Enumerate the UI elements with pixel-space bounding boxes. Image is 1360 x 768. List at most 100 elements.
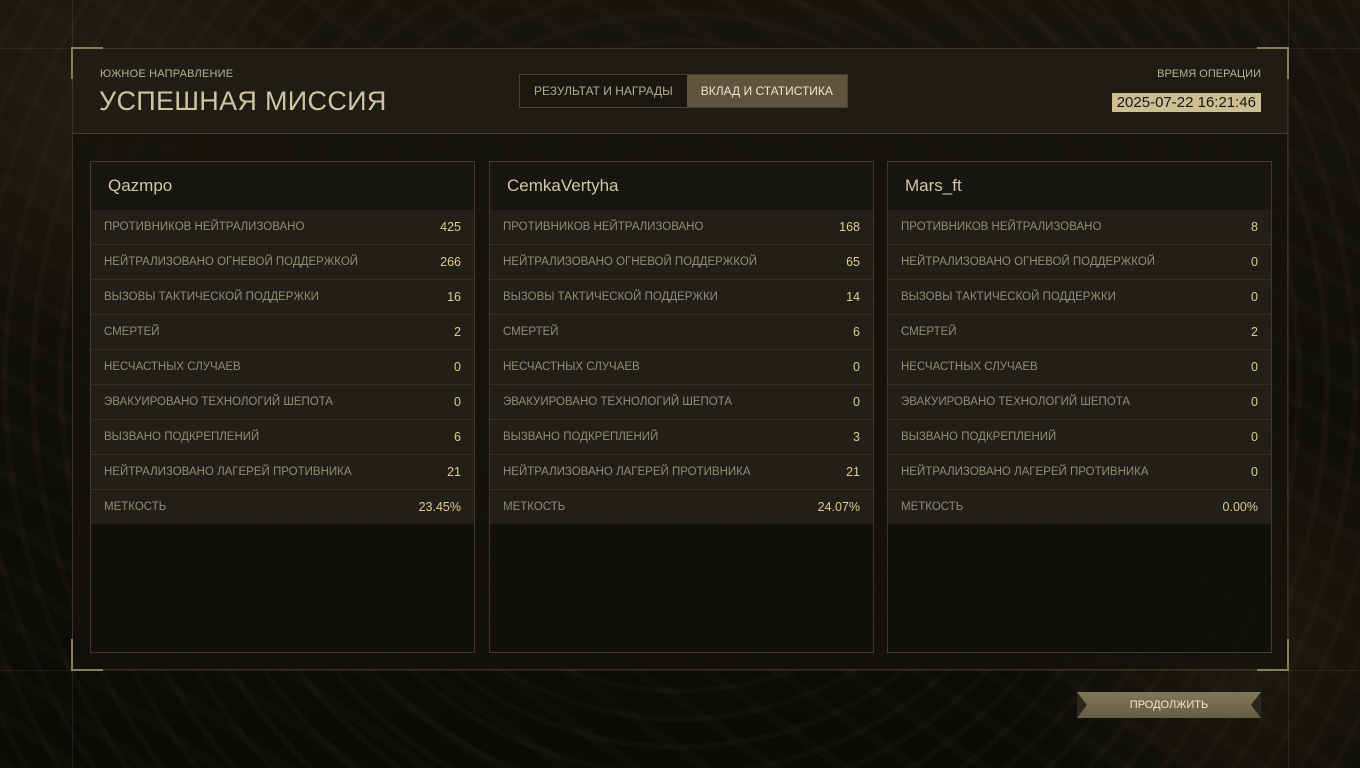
stat-list: ПРОТИВНИКОВ НЕЙТРАЛИЗОВАНО 8 НЕЙТРАЛИЗОВА… xyxy=(888,210,1271,524)
stat-label: НЕЙТРАЛИЗОВАНО ОГНЕВОЙ ПОДДЕРЖКОЙ xyxy=(503,256,758,268)
stat-label: МЕТКОСТЬ xyxy=(901,501,964,513)
button-notch-decoration xyxy=(1251,692,1261,718)
stat-value: 21 xyxy=(846,465,860,479)
stat-row: ВЫЗВАНО ПОДКРЕПЛЕНИЙ 3 xyxy=(490,419,873,454)
player-card: CemkaVertyha ПРОТИВНИКОВ НЕЙТРАЛИЗОВАНО 1… xyxy=(489,161,874,653)
stat-row: ВЫЗВАНО ПОДКРЕПЛЕНИЙ 0 xyxy=(888,419,1271,454)
stat-label: МЕТКОСТЬ xyxy=(104,501,167,513)
stat-label: СМЕРТЕЙ xyxy=(503,326,559,338)
stat-value: 6 xyxy=(454,430,461,444)
mission-summary-panel: ЮЖНОЕ НАПРАВЛЕНИЕ УСПЕШНАЯ МИССИЯ РЕЗУЛЬ… xyxy=(71,47,1289,671)
stat-row: ПРОТИВНИКОВ НЕЙТРАЛИЗОВАНО 168 xyxy=(490,210,873,244)
stat-label: ВЫЗОВЫ ТАКТИЧЕСКОЙ ПОДДЕРЖКИ xyxy=(503,291,718,303)
stat-row: ЭВАКУИРОВАНО ТЕХНОЛОГИЙ ШЕПОТА 0 xyxy=(490,384,873,419)
stat-label: НЕСЧАСТНЫХ СЛУЧАЕВ xyxy=(104,361,241,373)
stat-value: 23.45% xyxy=(418,500,461,514)
summary-tabs: РЕЗУЛЬТАТ И НАГРАДЫ ВКЛАД И СТАТИСТИКА xyxy=(519,74,848,108)
stat-label: ПРОТИВНИКОВ НЕЙТРАЛИЗОВАНО xyxy=(104,221,305,233)
stat-list: ПРОТИВНИКОВ НЕЙТРАЛИЗОВАНО 425 НЕЙТРАЛИЗО… xyxy=(91,210,474,524)
player-card: Mars_ft ПРОТИВНИКОВ НЕЙТРАЛИЗОВАНО 8 НЕЙТ… xyxy=(887,161,1272,653)
stat-label: ВЫЗВАНО ПОДКРЕПЛЕНИЙ xyxy=(104,431,260,443)
stat-value: 6 xyxy=(853,325,860,339)
stat-row: СМЕРТЕЙ 6 xyxy=(490,314,873,349)
stat-row: НЕЙТРАЛИЗОВАНО ОГНЕВОЙ ПОДДЕРЖКОЙ 0 xyxy=(888,244,1271,279)
stat-row: НЕСЧАСТНЫХ СЛУЧАЕВ 0 xyxy=(91,349,474,384)
stat-row: НЕЙТРАЛИЗОВАНО ОГНЕВОЙ ПОДДЕРЖКОЙ 266 xyxy=(91,244,474,279)
stat-row: СМЕРТЕЙ 2 xyxy=(91,314,474,349)
stat-value: 2 xyxy=(1251,325,1258,339)
operation-time-label: ВРЕМЯ ОПЕРАЦИИ xyxy=(1157,68,1261,80)
stat-row: ЭВАКУИРОВАНО ТЕХНОЛОГИЙ ШЕПОТА 0 xyxy=(888,384,1271,419)
stat-value: 0 xyxy=(1251,430,1258,444)
stat-label: ВЫЗОВЫ ТАКТИЧЕСКОЙ ПОДДЕРЖКИ xyxy=(901,291,1116,303)
stat-value: 0 xyxy=(1251,465,1258,479)
stat-list: ПРОТИВНИКОВ НЕЙТРАЛИЗОВАНО 168 НЕЙТРАЛИЗО… xyxy=(490,210,873,524)
stat-label: ЭВАКУИРОВАНО ТЕХНОЛОГИЙ ШЕПОТА xyxy=(104,396,334,408)
stat-label: НЕЙТРАЛИЗОВАНО ЛАГЕРЕЙ ПРОТИВНИКА xyxy=(503,466,751,478)
mission-result-title: УСПЕШНАЯ МИССИЯ xyxy=(99,86,387,116)
stat-value: 0 xyxy=(1251,290,1258,304)
stat-value: 266 xyxy=(440,255,461,269)
stat-value: 21 xyxy=(447,465,461,479)
stat-value: 0 xyxy=(853,360,860,374)
stat-label: НЕЙТРАЛИЗОВАНО ЛАГЕРЕЙ ПРОТИВНИКА xyxy=(901,466,1149,478)
stat-value: 3 xyxy=(853,430,860,444)
stat-label: ВЫЗВАНО ПОДКРЕПЛЕНИЙ xyxy=(503,431,659,443)
stat-row: ПРОТИВНИКОВ НЕЙТРАЛИЗОВАНО 8 xyxy=(888,210,1271,244)
stat-row: НЕЙТРАЛИЗОВАНО ЛАГЕРЕЙ ПРОТИВНИКА 21 xyxy=(91,454,474,489)
stat-value: 168 xyxy=(839,220,860,234)
stat-value: 0 xyxy=(1251,360,1258,374)
continue-button-label: ПРОДОЛЖИТЬ xyxy=(1129,699,1209,711)
stat-label: НЕЙТРАЛИЗОВАНО ОГНЕВОЙ ПОДДЕРЖКОЙ xyxy=(104,256,359,268)
stat-label: ПРОТИВНИКОВ НЕЙТРАЛИЗОВАНО xyxy=(503,221,704,233)
stat-row: МЕТКОСТЬ 23.45% xyxy=(91,489,474,524)
tab-contribution-and-stats[interactable]: ВКЛАД И СТАТИСТИКА xyxy=(686,75,847,107)
stat-label: НЕСЧАСТНЫХ СЛУЧАЕВ xyxy=(901,361,1038,373)
frame-guide-line xyxy=(0,670,1360,671)
stat-value: 16 xyxy=(447,290,461,304)
mission-region-label: ЮЖНОЕ НАПРАВЛЕНИЕ xyxy=(100,68,234,80)
stat-label: СМЕРТЕЙ xyxy=(901,326,957,338)
stat-row: НЕЙТРАЛИЗОВАНО ЛАГЕРЕЙ ПРОТИВНИКА 21 xyxy=(490,454,873,489)
stat-value: 0 xyxy=(454,395,461,409)
stat-row: ВЫЗОВЫ ТАКТИЧЕСКОЙ ПОДДЕРЖКИ 14 xyxy=(490,279,873,314)
stat-label: ВЫЗВАНО ПОДКРЕПЛЕНИЙ xyxy=(901,431,1057,443)
stat-row: СМЕРТЕЙ 2 xyxy=(888,314,1271,349)
stat-row: ПРОТИВНИКОВ НЕЙТРАЛИЗОВАНО 425 xyxy=(91,210,474,244)
stat-value: 24.07% xyxy=(817,500,860,514)
stat-value: 2 xyxy=(454,325,461,339)
player-stats-cards: Qazmpo ПРОТИВНИКОВ НЕЙТРАЛИЗОВАНО 425 НЕЙ… xyxy=(90,161,1272,653)
stat-value: 0 xyxy=(454,360,461,374)
stat-value: 0 xyxy=(1251,395,1258,409)
player-name: Mars_ft xyxy=(888,162,1271,210)
stat-value: 0 xyxy=(1251,255,1258,269)
operation-time-value: 2025-07-22 16:21:46 xyxy=(1111,93,1261,112)
stat-value: 0 xyxy=(853,395,860,409)
stat-row: МЕТКОСТЬ 24.07% xyxy=(490,489,873,524)
stat-label: СМЕРТЕЙ xyxy=(104,326,160,338)
stat-label: НЕЙТРАЛИЗОВАНО ЛАГЕРЕЙ ПРОТИВНИКА xyxy=(104,466,352,478)
stat-value: 0.00% xyxy=(1222,500,1258,514)
stat-label: ВЫЗОВЫ ТАКТИЧЕСКОЙ ПОДДЕРЖКИ xyxy=(104,291,319,303)
stat-row: МЕТКОСТЬ 0.00% xyxy=(888,489,1271,524)
stat-row: ВЫЗОВЫ ТАКТИЧЕСКОЙ ПОДДЕРЖКИ 16 xyxy=(91,279,474,314)
stat-label: ПРОТИВНИКОВ НЕЙТРАЛИЗОВАНО xyxy=(901,221,1102,233)
stat-label: НЕЙТРАЛИЗОВАНО ОГНЕВОЙ ПОДДЕРЖКОЙ xyxy=(901,256,1156,268)
mission-header: ЮЖНОЕ НАПРАВЛЕНИЕ УСПЕШНАЯ МИССИЯ РЕЗУЛЬ… xyxy=(73,49,1287,134)
stat-row: ВЫЗВАНО ПОДКРЕПЛЕНИЙ 6 xyxy=(91,419,474,454)
stat-label: ЭВАКУИРОВАНО ТЕХНОЛОГИЙ ШЕПОТА xyxy=(503,396,733,408)
stat-label: НЕСЧАСТНЫХ СЛУЧАЕВ xyxy=(503,361,640,373)
stat-value: 425 xyxy=(440,220,461,234)
button-notch-decoration xyxy=(1077,692,1087,718)
player-name: Qazmpo xyxy=(91,162,474,210)
stat-label: МЕТКОСТЬ xyxy=(503,501,566,513)
stat-value: 14 xyxy=(846,290,860,304)
continue-button[interactable]: ПРОДОЛЖИТЬ xyxy=(1077,692,1261,718)
stat-value: 65 xyxy=(846,255,860,269)
stat-value: 8 xyxy=(1251,220,1258,234)
stat-row: НЕСЧАСТНЫХ СЛУЧАЕВ 0 xyxy=(888,349,1271,384)
stat-row: НЕЙТРАЛИЗОВАНО ОГНЕВОЙ ПОДДЕРЖКОЙ 65 xyxy=(490,244,873,279)
player-name: CemkaVertyha xyxy=(490,162,873,210)
tab-results-and-rewards[interactable]: РЕЗУЛЬТАТ И НАГРАДЫ xyxy=(520,75,687,107)
stat-row: ВЫЗОВЫ ТАКТИЧЕСКОЙ ПОДДЕРЖКИ 0 xyxy=(888,279,1271,314)
